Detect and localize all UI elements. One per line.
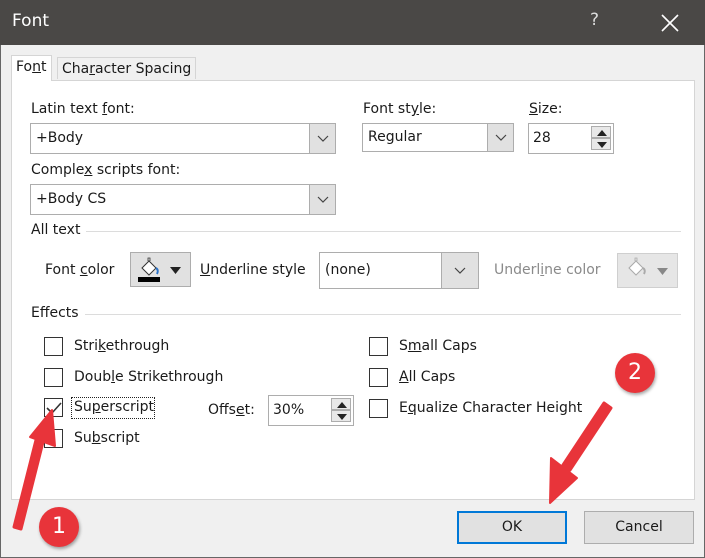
latin-font-value: +Body	[36, 130, 84, 146]
all-text-separator	[31, 231, 681, 232]
tab-label: acter Spacing	[95, 61, 192, 77]
cancel-button[interactable]: Cancel	[584, 511, 694, 544]
subscript-checkbox[interactable]	[44, 429, 63, 448]
latin-font-dropdown-button[interactable]	[309, 124, 335, 153]
size-spinner[interactable]: 28	[528, 123, 614, 154]
latin-font-label: Latin text font:	[31, 101, 135, 117]
strikethrough-label[interactable]: Strikethrough	[74, 338, 169, 354]
size-decrement-button[interactable]	[591, 138, 611, 150]
checkmark-icon	[46, 402, 62, 415]
paint-bucket-icon	[138, 257, 160, 282]
equalize-height-checkbox[interactable]	[369, 399, 388, 418]
tab-label: Fo	[16, 59, 33, 75]
size-increment-button[interactable]	[591, 126, 611, 138]
font-style-dropdown-button[interactable]	[487, 124, 513, 151]
tab-label: t	[41, 59, 47, 75]
all-caps-label[interactable]: All Caps	[399, 369, 455, 385]
double-strikethrough-label[interactable]: Double Strikethrough	[74, 369, 223, 385]
font-color-label: Font color	[45, 262, 115, 278]
subscript-label[interactable]: Subscript	[74, 430, 140, 446]
tab-font[interactable]: Font	[11, 55, 52, 81]
complex-font-combo[interactable]: +Body CS	[30, 184, 336, 215]
underline-style-value: (none)	[325, 262, 371, 278]
title-bar: Font ?	[0, 0, 705, 45]
offset-decrement-button[interactable]	[331, 410, 351, 422]
small-caps-label[interactable]: Small Caps	[399, 338, 477, 354]
underline-style-combo[interactable]: (none)	[319, 252, 479, 289]
triangle-up-icon	[337, 402, 347, 408]
equalize-height-label[interactable]: Equalize Character Height	[399, 400, 582, 416]
complex-font-value: +Body CS	[36, 191, 107, 207]
font-dialog: Font Character Spacing Latin text font: …	[0, 45, 705, 558]
font-color-swatch	[138, 277, 160, 282]
font-style-value: Regular	[368, 129, 422, 145]
triangle-up-icon	[597, 130, 607, 136]
superscript-label[interactable]: Superscript	[74, 399, 154, 415]
close-icon	[661, 14, 679, 32]
latin-font-combo[interactable]: +Body	[30, 123, 336, 154]
chevron-down-icon	[495, 134, 507, 141]
superscript-checkbox[interactable]	[44, 398, 63, 417]
font-tab-panel: Latin text font: +Body Font style: Regul…	[11, 80, 695, 500]
annotation-badge-2: 2	[615, 353, 655, 393]
all-text-heading: All text	[31, 222, 87, 238]
underline-color-label: Underline color	[494, 262, 601, 278]
chevron-down-icon	[317, 196, 329, 203]
paint-bucket-icon	[628, 257, 646, 276]
size-value: 28	[533, 130, 551, 146]
offset-spinner[interactable]: 30%	[268, 395, 354, 426]
triangle-down-icon	[170, 267, 181, 274]
effects-separator	[31, 314, 681, 315]
ok-button[interactable]: OK	[457, 511, 567, 544]
tab-label-accel: n	[32, 59, 41, 75]
window-title: Font	[12, 11, 50, 31]
close-button[interactable]	[655, 8, 685, 38]
annotation-badge-1: 1	[39, 507, 79, 547]
font-color-button[interactable]	[130, 252, 191, 287]
font-style-combo[interactable]: Regular	[362, 123, 514, 152]
chevron-down-icon	[317, 135, 329, 142]
effects-heading: Effects	[31, 305, 85, 321]
chevron-down-icon	[454, 267, 466, 274]
complex-font-dropdown-button[interactable]	[309, 185, 335, 214]
font-style-label: Font style:	[363, 101, 437, 117]
small-caps-checkbox[interactable]	[369, 337, 388, 356]
strikethrough-checkbox[interactable]	[44, 337, 63, 356]
tab-label: Cha	[62, 61, 90, 77]
underline-style-dropdown-button[interactable]	[441, 253, 478, 288]
triangle-down-icon	[657, 268, 668, 275]
offset-label: Offset:	[208, 402, 255, 418]
underline-color-button[interactable]	[617, 253, 678, 288]
all-caps-checkbox[interactable]	[369, 368, 388, 387]
offset-increment-button[interactable]	[331, 398, 351, 410]
tab-character-spacing[interactable]: Character Spacing	[57, 57, 197, 79]
triangle-down-icon	[337, 414, 347, 420]
triangle-down-icon	[597, 142, 607, 148]
offset-value: 30%	[273, 402, 305, 418]
complex-font-label: Complex scripts font:	[31, 162, 181, 178]
underline-style-label: Underline style	[200, 262, 306, 278]
size-label: Size:	[529, 101, 563, 117]
help-button[interactable]: ?	[590, 10, 599, 30]
double-strikethrough-checkbox[interactable]	[44, 368, 63, 387]
